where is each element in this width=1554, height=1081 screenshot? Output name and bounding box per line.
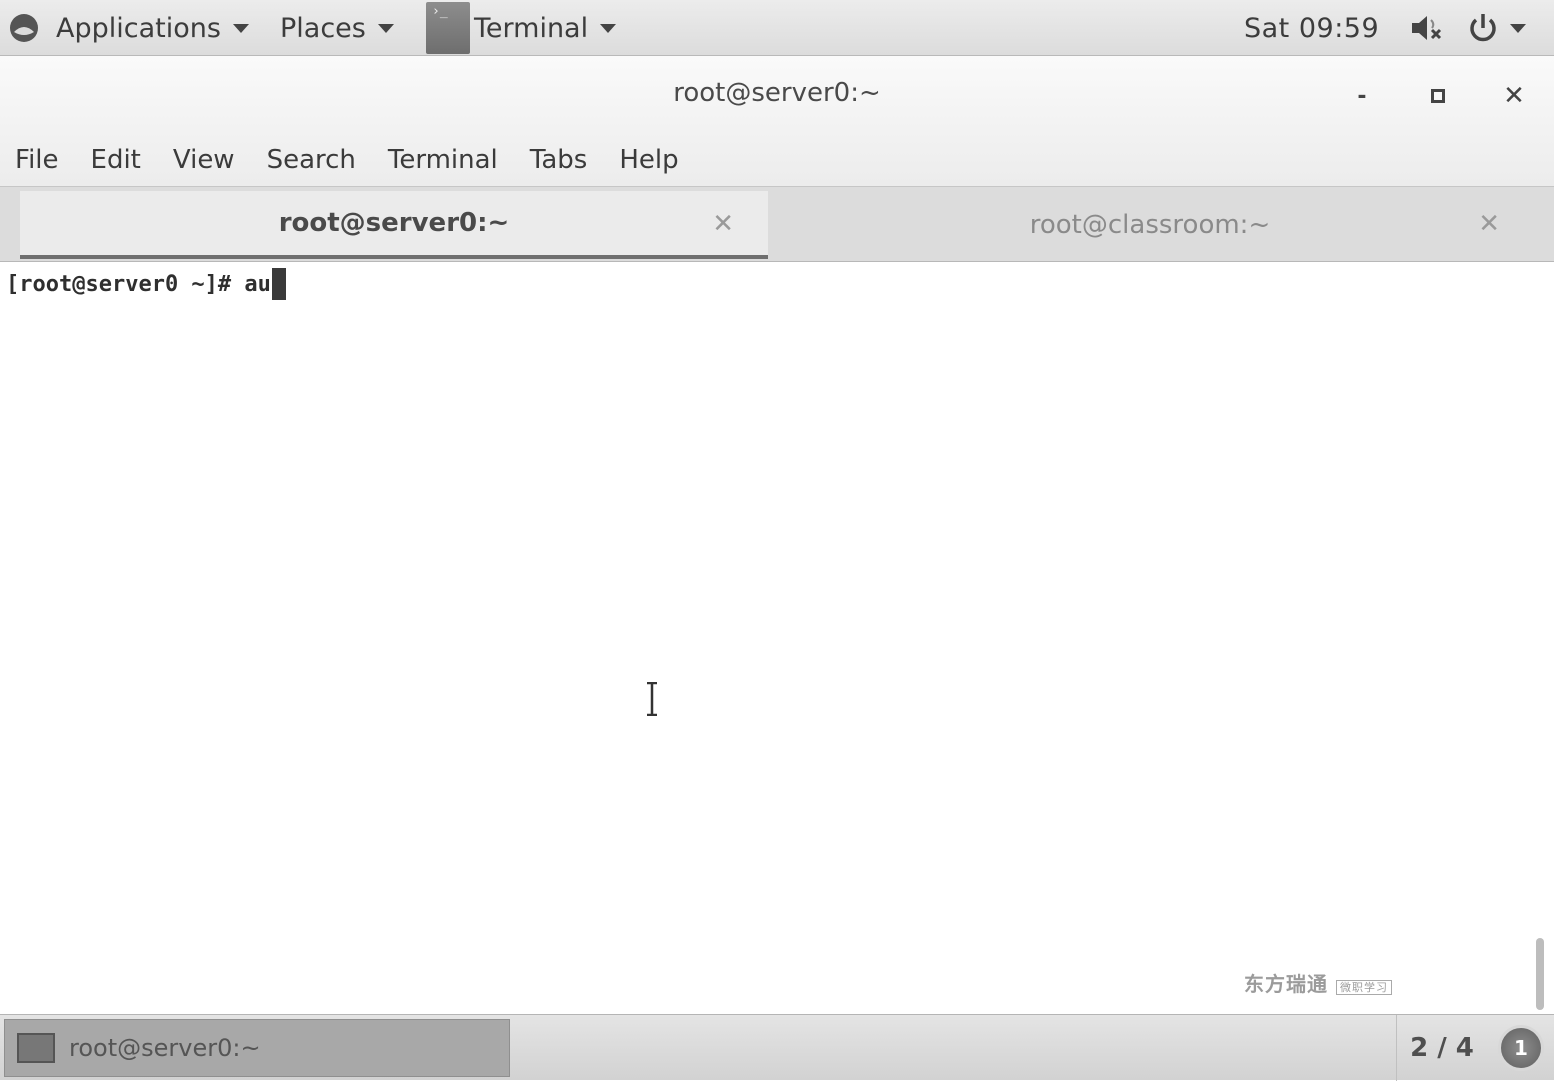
taskbar-window-button[interactable]: root@server0:~ [4,1019,510,1077]
terminal-icon [426,2,470,54]
chevron-down-icon [1510,23,1526,33]
terminal-window-icon [17,1033,55,1063]
text-cursor [271,268,286,300]
top-panel: Applications Places Terminal Sat 09:59 [0,0,1554,56]
tab-root-classroom[interactable]: root@classroom:~ ✕ [770,191,1530,259]
scrollbar-thumb[interactable] [1536,938,1544,1010]
menu-tabs[interactable]: Tabs [530,145,588,175]
task-label: root@server0:~ [69,1034,261,1062]
terminal-scrollbar[interactable] [1528,262,1554,1014]
gnome-foot-icon [10,14,38,42]
chevron-down-icon [232,23,249,33]
menu-help[interactable]: Help [619,145,678,175]
ibeam-cursor-icon [647,682,657,716]
menu-view[interactable]: View [173,145,235,175]
menu-terminal[interactable]: Terminal [388,145,498,175]
menu-search[interactable]: Search [267,145,356,175]
shell-prompt: [root@server0 ~]# [6,271,245,297]
minimize-button[interactable]: - [1344,78,1380,114]
window-title: root@server0:~ [673,78,881,108]
watermark-text: 东方瑞通 [1244,972,1328,996]
menu-edit[interactable]: Edit [91,145,141,175]
maximize-icon [1431,89,1445,103]
tab-root-server0[interactable]: root@server0:~ ✕ [20,191,768,259]
window-titlebar[interactable]: root@server0:~ - ✕ File Edit View Search… [0,56,1554,186]
menu-file[interactable]: File [15,145,59,175]
close-button[interactable]: ✕ [1496,78,1532,114]
workspace-indicator[interactable]: 2 / 4 [1396,1015,1487,1081]
power-icon[interactable] [1466,0,1500,56]
system-menu-caret[interactable] [1510,0,1526,56]
clock[interactable]: Sat 09:59 [1244,0,1379,56]
maximize-button[interactable] [1420,78,1456,114]
active-app-menu[interactable]: Terminal [426,0,617,56]
close-icon[interactable]: ✕ [712,209,734,239]
active-app-label: Terminal [474,12,589,44]
tab-label: root@server0:~ [278,208,510,238]
notification-badge[interactable]: 1 [1498,1025,1544,1071]
applications-label: Applications [56,12,221,44]
volume-muted-icon[interactable] [1408,0,1444,56]
command-input: au [244,271,271,297]
watermark-sub: 微职学习 [1336,980,1392,995]
terminal-line: [root@server0 ~]# au [6,268,286,300]
places-menu[interactable]: Places [280,0,394,56]
menubar: File Edit View Search Terminal Tabs Help [0,138,696,182]
watermark: 东方瑞通 微职学习 [1244,968,1392,997]
close-icon[interactable]: ✕ [1478,209,1500,239]
tab-label: root@classroom:~ [1029,210,1271,240]
applications-menu[interactable]: Applications [8,0,249,56]
tab-bar: root@server0:~ ✕ root@classroom:~ ✕ [0,186,1554,262]
chevron-down-icon [600,23,617,33]
terminal-area[interactable]: [root@server0 ~]# au 东方瑞通 微职学习 [0,262,1528,1014]
speaker-icon [1412,16,1442,40]
chevron-down-icon [377,23,394,33]
bottom-panel: root@server0:~ 2 / 4 1 [0,1014,1554,1081]
places-label: Places [280,12,366,44]
power-symbol-icon [1470,14,1496,42]
